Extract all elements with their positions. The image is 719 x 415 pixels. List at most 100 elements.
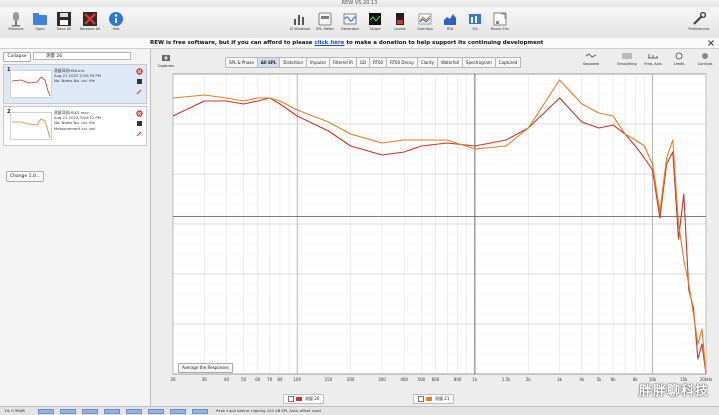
windows-label: SI Windows [289, 27, 311, 31]
measurement-item[interactable]: 1 测量耳机HSK-mic Aug 21 2023 2:55:39 PM No.… [3, 64, 147, 104]
edit-measurement-icon[interactable] [136, 88, 143, 95]
info-label: Info [112, 27, 120, 31]
legend-checkbox[interactable] [418, 396, 424, 402]
x-tick-label: 100 [293, 377, 301, 382]
remove-all-button[interactable]: Remove All [78, 11, 102, 37]
x-tick-label: 80 [277, 377, 283, 382]
windows-button[interactable]: SI Windows [288, 11, 312, 37]
room-sim-button[interactable]: Room Sim [488, 11, 512, 37]
banner-close-icon[interactable] [707, 39, 715, 47]
measure-button[interactable]: Measure [4, 11, 28, 37]
legend-item-1[interactable]: 测量 26 [283, 394, 325, 404]
window-title: REW V5.20.13 [341, 0, 378, 6]
spl-meter-icon [318, 12, 332, 26]
save-all-icon [57, 12, 71, 26]
levels-label: Levels [394, 27, 406, 31]
x-tick-label: 70 [267, 377, 273, 382]
change-button[interactable]: Change 1.0... [6, 171, 44, 182]
legend-checkbox[interactable] [288, 396, 294, 402]
input-meter [104, 409, 120, 414]
overlays-button[interactable]: Overlays [413, 11, 437, 37]
save-measurement-icon[interactable] [136, 120, 143, 127]
windows-icon [294, 15, 304, 25]
x-tick-label: 300 [378, 377, 386, 382]
legend-swatch [296, 397, 302, 401]
measurement-list: 1 测量耳机HSK-mic Aug 21 2023 2:55:39 PM No.… [3, 64, 147, 148]
overlays-icon [418, 13, 432, 25]
x-tick-label: 150 [325, 377, 333, 382]
measurement-extra: Measurement cal. sat [54, 125, 95, 131]
measurements-panel: Collapse 测量 26 1 测量耳机HSK-mic Aug 21 2023… [0, 49, 151, 406]
x-tick-label: 60 [255, 377, 261, 382]
remove-measurement-icon[interactable] [136, 68, 143, 75]
x-tick-label: 3k [557, 377, 563, 382]
x-tick-label: 8k [633, 377, 639, 382]
remove-all-icon [83, 12, 97, 26]
measurement-info: 测量耳机HSK-mic Aug 21 2023 2:55:39 PM No. N… [54, 68, 132, 84]
measurement-item[interactable]: 2 测量耳机HSK5.mav Aug 21 2023 3:04:12 PM No… [3, 106, 147, 146]
frequency-response-plot[interactable]: 20 30 40 50 60 70 80 100 150 200 300 400 500 600 800 1k… [151, 49, 719, 406]
measurement-thumbnail [10, 70, 52, 98]
levels-icon [396, 13, 404, 25]
preferences-label: Preferences [688, 27, 710, 31]
room-sim-label: Room Sim [490, 27, 510, 31]
title-bar: REW V5.20.13 [0, 0, 719, 7]
overlays-label: Overlays [417, 27, 433, 31]
edit-measurement-icon[interactable] [136, 130, 143, 137]
measurement-notes: No. Notes No. cal. file [54, 78, 95, 84]
x-tick-label: 400 [400, 377, 408, 382]
generator-button[interactable]: Generator [338, 11, 362, 37]
remove-measurement-icon[interactable] [136, 110, 143, 117]
save-all-label: Save All [56, 27, 72, 31]
open-button[interactable]: Open [28, 11, 52, 37]
donation-link[interactable]: click here [314, 40, 344, 46]
generator-icon [343, 13, 357, 25]
measure-label: Measure [8, 27, 24, 31]
input-meter [170, 409, 186, 414]
collapse-button[interactable]: Collapse [3, 52, 31, 62]
preferences-icon [693, 11, 707, 25]
x-tick-label: 20 [170, 377, 176, 382]
levels-button[interactable]: Levels [388, 11, 412, 37]
x-tick-label: 4k [579, 377, 585, 382]
legend-item-2[interactable]: 测量 21 [413, 394, 455, 404]
average-responses-button[interactable]: Average the Responses [178, 363, 233, 373]
x-tick-label: 50 [241, 377, 247, 382]
eq-label: EQ [472, 27, 478, 31]
legend-label: 测量 21 [435, 396, 450, 401]
graph-panel: Captures SPL & Phase All SPL Distortion … [151, 49, 719, 406]
preferences-button[interactable]: Preferences [684, 11, 714, 37]
rta-label: RTA [446, 27, 454, 31]
save-all-button[interactable]: Save All [52, 11, 76, 37]
legend-label: 测量 26 [305, 396, 320, 401]
input-meter [82, 409, 98, 414]
input-meter [60, 409, 76, 414]
scope-button[interactable]: Scope [363, 11, 387, 37]
rta-button[interactable]: RTA [438, 11, 462, 37]
open-label: Open [35, 27, 45, 31]
x-tick-label: 200 [347, 377, 355, 382]
x-tick-label: 800 [454, 377, 462, 382]
remove-all-label: Remove All [79, 27, 101, 31]
scope-label: Scope [369, 27, 381, 31]
info-button[interactable]: Info [104, 11, 128, 37]
scope-icon [369, 13, 381, 25]
x-tick-label: 5k [597, 377, 603, 382]
eq-button[interactable]: EQ [463, 11, 487, 37]
legend-swatch [426, 397, 432, 401]
x-tick-label: 600 [432, 377, 440, 382]
rta-icon [444, 14, 456, 25]
input-meter [38, 409, 54, 414]
save-measurement-icon[interactable] [136, 78, 143, 85]
spl-meter-button[interactable]: SPL Meter [313, 11, 337, 37]
measurement-name-field[interactable]: 测量 26 [33, 52, 131, 60]
open-icon [33, 13, 47, 25]
banner-text-before: REW is free software, but if you can aff… [150, 40, 313, 46]
banner-text-after: to make a donation to help support its c… [346, 40, 544, 46]
room-sim-icon [493, 12, 507, 26]
x-tick-label: 40 [224, 377, 230, 382]
generator-label: Generator [340, 27, 360, 31]
input-meter [126, 409, 142, 414]
measurement-thumbnail [10, 112, 52, 140]
x-tick-label: 2k [526, 377, 532, 382]
